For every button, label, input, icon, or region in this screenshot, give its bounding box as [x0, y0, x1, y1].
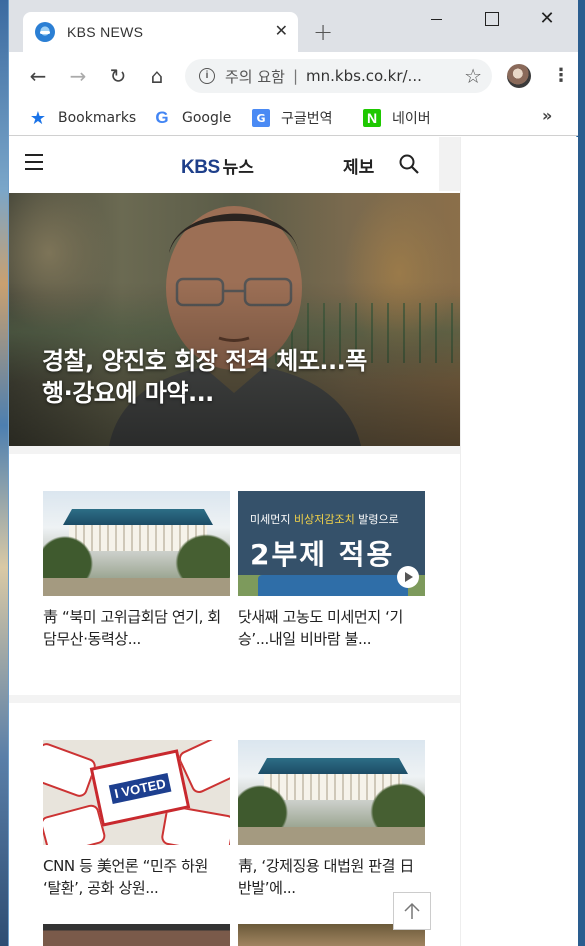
logo-news: 뉴스 — [222, 158, 254, 178]
hero-article[interactable]: 경찰, 양진호 회장 전격 체포...폭행·강요에 마약... — [9, 193, 460, 446]
new-tab-button[interactable]: + — [313, 20, 333, 44]
sign-text-line1: 미세먼지 비상저감조치 발령으로 — [250, 513, 399, 526]
kbs-favicon-icon — [35, 22, 55, 42]
kbs-news-logo[interactable]: KBS 뉴스 — [181, 153, 254, 179]
play-icon[interactable] — [397, 566, 419, 588]
scroll-to-top-button[interactable] — [393, 892, 431, 930]
translate-icon: G — [252, 109, 270, 127]
bookmark-google-translate[interactable]: G 구글번역 — [252, 107, 333, 129]
site-header: KBS 뉴스 제보 — [9, 137, 439, 191]
bookmark-label: 네이버 — [392, 111, 431, 127]
tab-close-icon[interactable]: ✕ — [275, 23, 288, 39]
bookmark-naver[interactable]: N 네이버 — [363, 107, 431, 129]
security-warning: 주의 요함 — [225, 67, 285, 86]
address-bar[interactable]: i 주의 요함 | mn.kbs.co.kr/... ☆ — [185, 59, 492, 93]
info-icon[interactable]: i — [199, 68, 215, 84]
star-icon: ★ — [29, 107, 47, 129]
article-title[interactable]: 靑 “북미 고위급회담 연기, 회담무산·동력상... — [43, 606, 230, 650]
tab-kbs-news[interactable]: KBS NEWS ✕ — [23, 12, 298, 52]
title-bar: KBS NEWS ✕ + ✕ — [9, 0, 578, 52]
minimize-button[interactable] — [427, 8, 447, 28]
search-icon[interactable] — [399, 154, 419, 174]
tab-title: KBS NEWS — [67, 24, 144, 40]
article-title[interactable]: CNN 등 美언론 “민주 하원 ‘탈환’, 공화 상원... — [43, 855, 230, 899]
report-link[interactable]: 제보 — [343, 153, 374, 178]
kbs-mobile-page: KBS 뉴스 제보 경찰, 양진호 회장 전격 체포...폭행·강요에 마약..… — [9, 137, 460, 946]
arrow-up-icon — [404, 902, 420, 919]
back-button[interactable]: ← — [26, 64, 50, 88]
section-divider — [9, 446, 460, 454]
logo-kbs: KBS — [181, 157, 220, 178]
page-viewport: KBS 뉴스 제보 경찰, 양진호 회장 전격 체포...폭행·강요에 마약..… — [9, 137, 578, 946]
browser-toolbar: ← → ↻ ⌂ i 주의 요함 | mn.kbs.co.kr/... ☆ ⋮ — [9, 52, 578, 100]
section-divider — [9, 695, 460, 703]
page-empty-area — [460, 137, 578, 946]
close-window-button[interactable]: ✕ — [537, 8, 557, 28]
naver-icon: N — [363, 109, 381, 127]
browser-menu-icon[interactable]: ⋮ — [552, 64, 570, 88]
sign-text-line2: 2부제 적용 — [250, 538, 395, 571]
maximize-button[interactable] — [481, 8, 501, 28]
article-title[interactable]: 닷새째 고농도 미세먼지 ‘기승’...내일 비바람 불... — [238, 606, 425, 650]
home-button[interactable]: ⌂ — [145, 64, 169, 88]
bookmark-label: Google — [182, 110, 232, 126]
omnibox-separator: | — [292, 67, 299, 85]
article-card[interactable]: I VOTED CNN 등 美언론 “민주 하원 ‘탈환’, 공화 상원... — [43, 740, 230, 899]
bookmark-google[interactable]: G Google — [153, 107, 231, 129]
header-side-strip — [439, 137, 460, 191]
bookmark-label: 구글번역 — [281, 111, 333, 127]
article-thumbnail[interactable] — [43, 491, 230, 596]
article-thumbnail[interactable]: 미세먼지 비상저감조치 발령으로 2부제 적용 — [238, 491, 425, 596]
bookmarks-bar: ★ Bookmarks G Google G 구글번역 N 네이버 » — [9, 100, 578, 136]
hamburger-menu-icon[interactable] — [25, 154, 43, 170]
profile-avatar[interactable] — [507, 64, 531, 88]
google-icon: G — [155, 108, 169, 127]
article-card[interactable]: 靑, ‘강제징용 대법원 판결 日 반발’에... — [238, 740, 425, 899]
article-thumbnail[interactable]: I VOTED — [43, 740, 230, 845]
bookmark-label: Bookmarks — [58, 110, 137, 126]
next-row-thumbnails — [43, 924, 426, 946]
bookmark-bookmarks[interactable]: ★ Bookmarks — [29, 107, 136, 129]
reload-button[interactable]: ↻ — [106, 64, 130, 88]
article-card[interactable]: 미세먼지 비상저감조치 발령으로 2부제 적용 닷새째 고농도 미세먼지 ‘기승… — [238, 491, 425, 650]
browser-window: KBS NEWS ✕ + ✕ ← → ↻ ⌂ i 주의 요함 | mn.kbs.… — [8, 0, 578, 946]
bookmark-star-icon[interactable]: ☆ — [464, 65, 482, 87]
url-text[interactable]: mn.kbs.co.kr/... — [306, 67, 422, 85]
forward-button[interactable]: → — [66, 64, 90, 88]
article-card[interactable]: 靑 “북미 고위급회담 연기, 회담무산·동력상... — [43, 491, 230, 650]
article-thumbnail[interactable] — [238, 740, 425, 845]
bookmarks-overflow-icon[interactable]: » — [542, 106, 552, 125]
hero-headline[interactable]: 경찰, 양진호 회장 전격 체포...폭행·강요에 마약... — [42, 345, 382, 409]
